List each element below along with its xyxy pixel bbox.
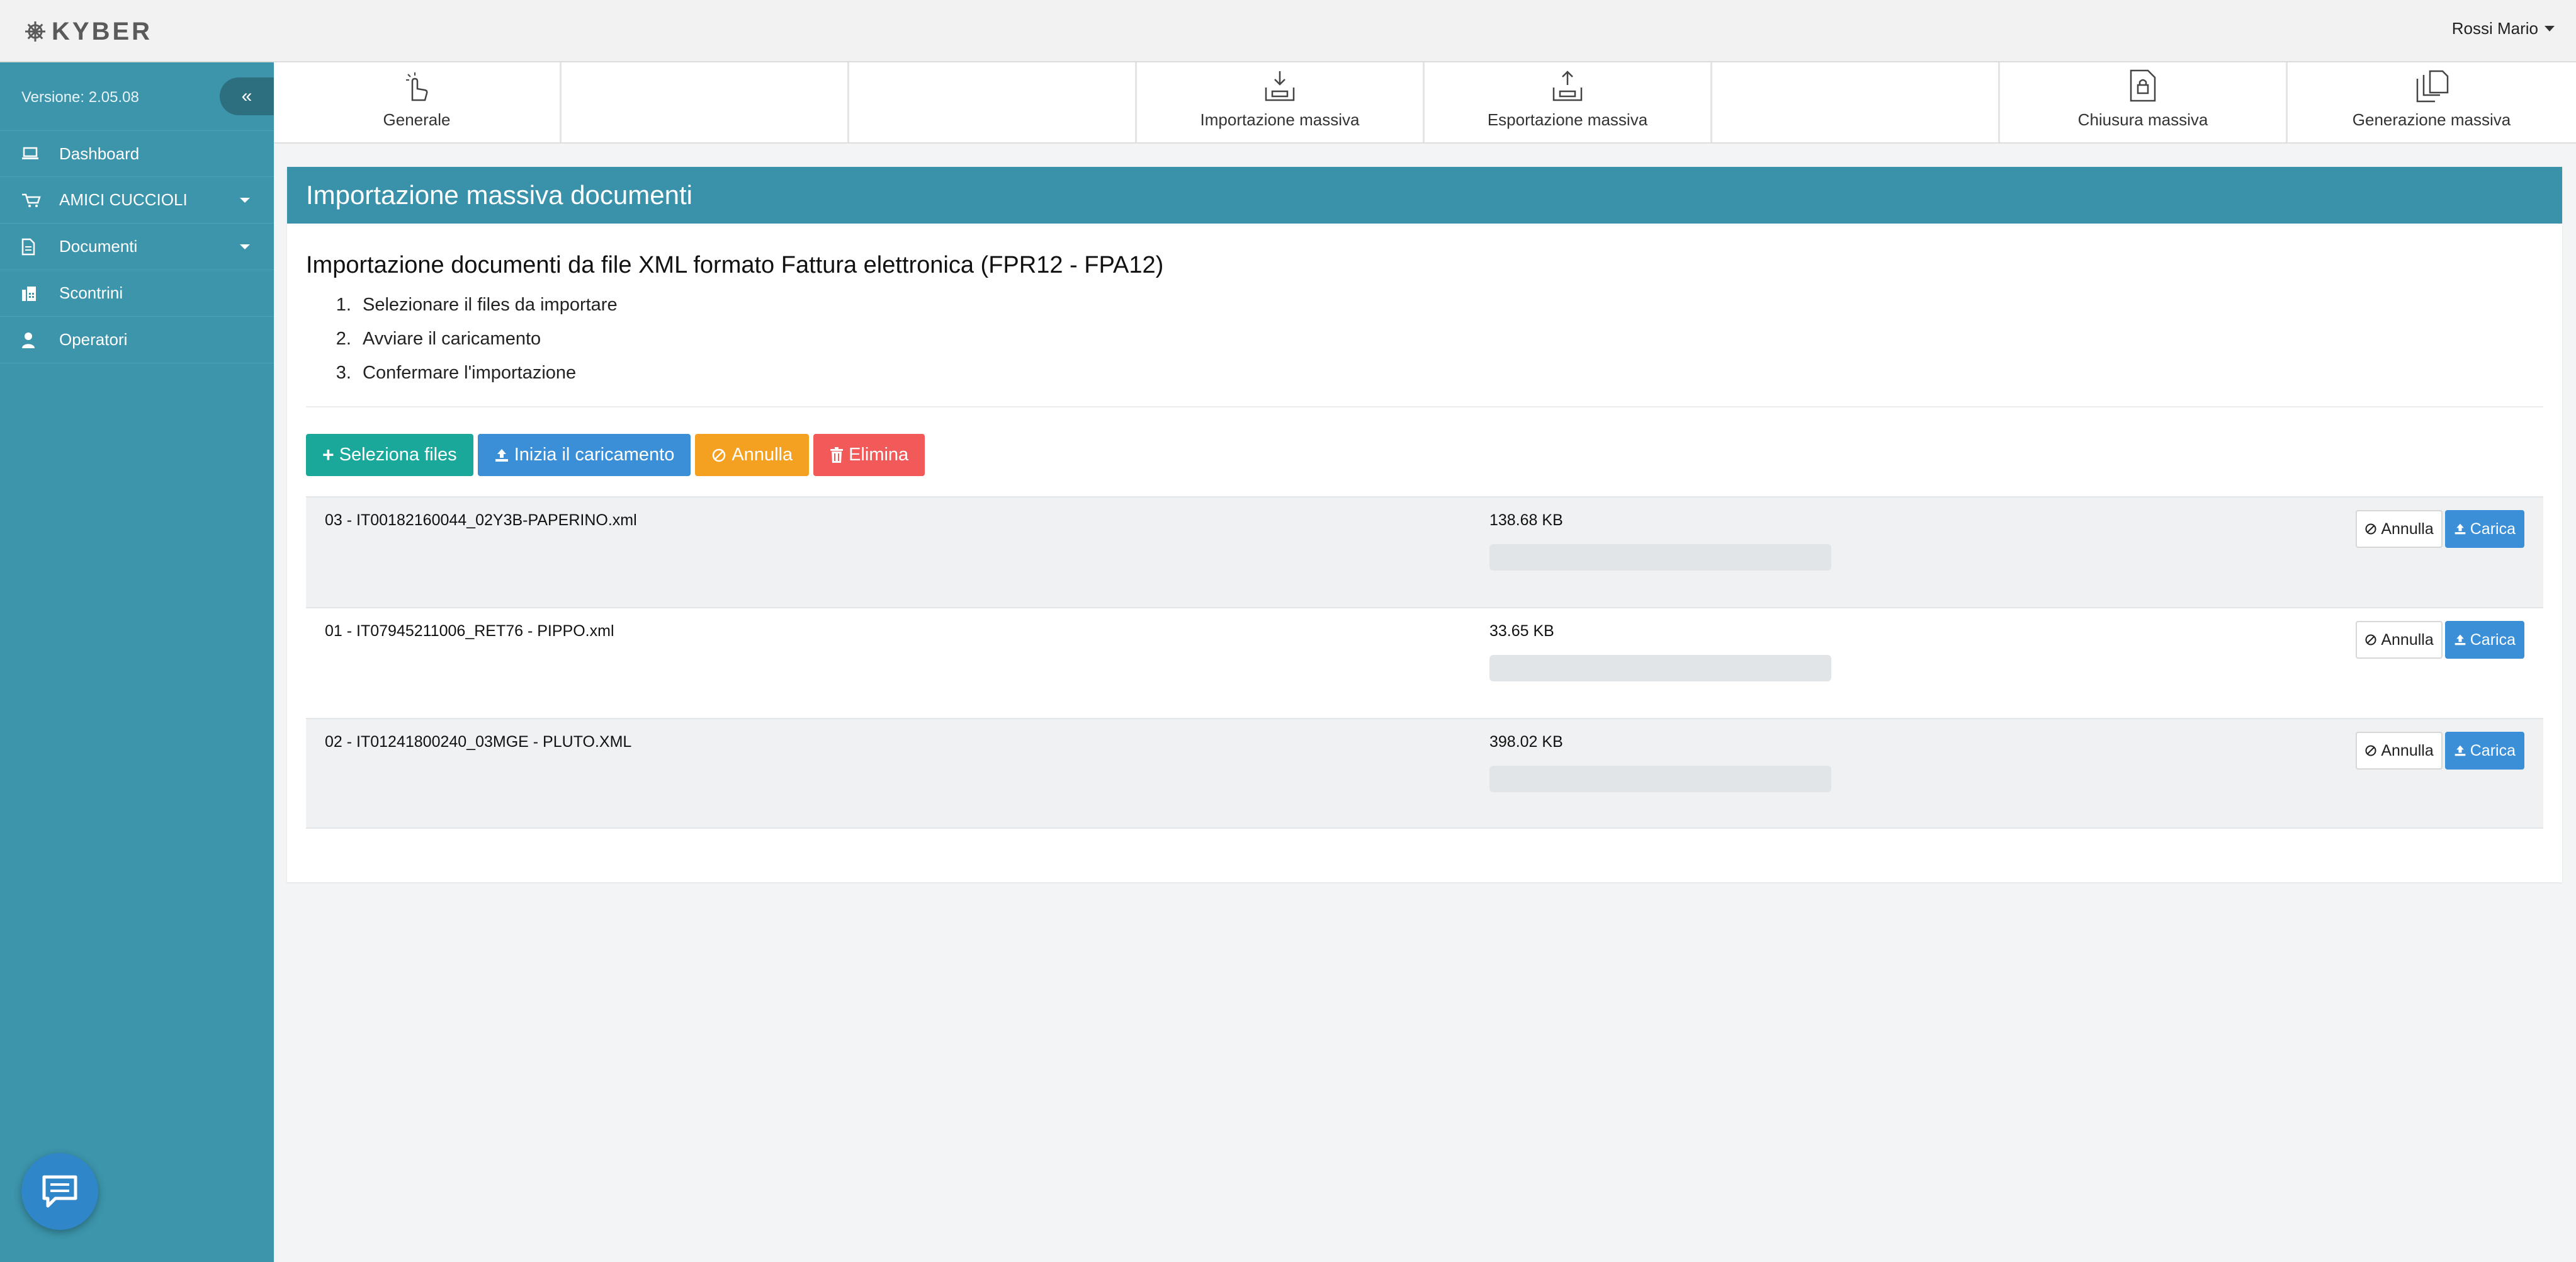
file-size: 138.68 KB	[1489, 511, 1563, 529]
sidebar-item-dashboard[interactable]: Dashboard	[0, 130, 274, 177]
tool-tabs: Generale Importazione massiva Esportazio…	[274, 62, 2576, 144]
tool-esportazione-massiva[interactable]: Esportazione massiva	[1425, 62, 1712, 142]
panel-content: Importazione documenti da file XML forma…	[306, 224, 2543, 829]
action-buttons: + Seleziona files Inizia il caricamento …	[306, 434, 2543, 476]
tool-label: Importazione massiva	[1200, 110, 1360, 129]
caret-down-icon	[240, 244, 250, 249]
tool-label: Generazione massiva	[2352, 110, 2511, 129]
sidebar-item-scontrini[interactable]: Scontrini	[0, 270, 274, 317]
tool-label: Generale	[383, 110, 451, 129]
document-icon	[21, 238, 59, 256]
step-item: Avviare il caricamento	[356, 322, 2543, 356]
sidebar-item-documenti[interactable]: Documenti	[0, 224, 274, 270]
sidebar-item-label: Scontrini	[59, 283, 123, 302]
start-upload-button[interactable]: Inizia il caricamento	[477, 434, 691, 476]
export-box-icon	[1552, 71, 1583, 101]
tool-generale[interactable]: Generale	[274, 62, 562, 142]
file-row: 03 - IT00182160044_02Y3B-PAPERINO.xml 13…	[306, 496, 2543, 607]
upload-progress-bar	[1489, 655, 1831, 681]
upload-icon	[495, 448, 508, 462]
upload-file-button[interactable]: Carica	[2444, 510, 2524, 548]
fax-icon	[21, 285, 59, 302]
sidebar-item-operatori[interactable]: Operatori	[0, 317, 274, 363]
panel-subtitle: Importazione documenti da file XML forma…	[306, 252, 1164, 278]
upload-progress-bar	[1489, 766, 1831, 792]
tool-importazione-massiva[interactable]: Importazione massiva	[1137, 62, 1425, 142]
user-icon	[21, 332, 59, 348]
sidebar: Versione: 2.05.08 « Dashboard AMICI CUCC…	[0, 62, 274, 1262]
tool-empty-2	[849, 62, 1137, 142]
tool-label: Chiusura massiva	[2077, 110, 2208, 129]
file-name: 02 - IT01241800240_03MGE - PLUTO.XML	[325, 733, 632, 751]
file-row: 01 - IT07945211006_RET76 - PIPPO.xml 33.…	[306, 607, 2543, 718]
tool-generazione-massiva[interactable]: Generazione massiva	[2288, 62, 2575, 142]
file-name: 03 - IT00182160044_02Y3B-PAPERINO.xml	[325, 511, 637, 529]
panel-title: Importazione massiva documenti	[287, 167, 2562, 224]
sidebar-item-amici-cuccioli[interactable]: AMICI CUCCIOLI	[0, 177, 274, 224]
file-row: 02 - IT01241800240_03MGE - PLUTO.XML 398…	[306, 718, 2543, 829]
sidebar-nav: Dashboard AMICI CUCCIOLI Documenti Scont…	[0, 130, 274, 363]
upload-icon	[2455, 523, 2466, 535]
divider	[306, 406, 2543, 407]
top-bar: KYBER Rossi Mario	[0, 0, 2576, 62]
import-panel: Importazione massiva documenti Importazi…	[287, 167, 2562, 882]
upload-progress-bar	[1489, 544, 1831, 571]
ban-icon	[713, 448, 726, 462]
cancel-file-button[interactable]: Annulla	[2356, 621, 2443, 659]
row-actions: Annulla Carica	[2356, 510, 2524, 548]
trash-icon	[830, 446, 844, 463]
chat-button[interactable]	[21, 1153, 98, 1230]
file-size: 398.02 KB	[1489, 733, 1563, 751]
caret-down-icon	[2545, 26, 2555, 31]
tool-empty-5	[1712, 62, 2000, 142]
caret-down-icon	[240, 198, 250, 203]
tool-chiusura-massiva[interactable]: Chiusura massiva	[2000, 62, 2288, 142]
row-actions: Annulla Carica	[2356, 621, 2524, 659]
step-item: Selezionare il files da importare	[356, 288, 2543, 322]
file-list: 03 - IT00182160044_02Y3B-PAPERINO.xml 13…	[306, 496, 2543, 829]
copy-documents-icon	[2416, 70, 2448, 103]
hand-pointer-icon	[406, 72, 428, 101]
tool-empty-1	[562, 62, 849, 142]
ban-icon	[2365, 745, 2376, 756]
file-size: 33.65 KB	[1489, 622, 1554, 640]
cancel-file-button[interactable]: Annulla	[2356, 510, 2443, 548]
cart-icon	[21, 193, 59, 208]
logo-text: KYBER	[52, 17, 153, 45]
lock-document-icon	[2130, 69, 2156, 102]
steps-list: Selezionare il files da importare Avviar…	[306, 288, 2543, 390]
delete-button[interactable]: Elimina	[813, 434, 925, 476]
kyber-logo[interactable]: KYBER	[24, 18, 152, 45]
tool-label: Esportazione massiva	[1487, 110, 1648, 129]
row-actions: Annulla Carica	[2356, 732, 2524, 770]
file-name: 01 - IT07945211006_RET76 - PIPPO.xml	[325, 622, 614, 640]
sidebar-item-label: Operatori	[59, 330, 128, 349]
upload-icon	[2455, 634, 2466, 645]
step-item: Confermare l'importazione	[356, 356, 2543, 390]
upload-file-button[interactable]: Carica	[2444, 732, 2524, 770]
plus-icon: +	[322, 443, 334, 466]
cancel-all-button[interactable]: Annulla	[695, 434, 810, 476]
upload-file-button[interactable]: Carica	[2444, 621, 2524, 659]
user-name: Rossi Mario	[2451, 19, 2538, 38]
version-label: Versione: 2.05.08	[21, 89, 139, 106]
user-menu[interactable]: Rossi Mario	[2452, 19, 2555, 38]
sidebar-item-label: Dashboard	[59, 144, 140, 163]
sidebar-item-label: Documenti	[59, 237, 138, 256]
upload-icon	[2455, 745, 2466, 756]
ban-icon	[2365, 634, 2376, 645]
select-files-button[interactable]: + Seleziona files	[306, 434, 473, 476]
laptop-icon	[21, 147, 59, 161]
chat-bubble-icon	[42, 1175, 77, 1208]
import-box-icon	[1265, 71, 1295, 101]
collapse-sidebar-button[interactable]: «	[220, 77, 274, 115]
cancel-file-button[interactable]: Annulla	[2356, 732, 2443, 770]
ban-icon	[2365, 523, 2376, 535]
sidebar-item-label: AMICI CUCCIOLI	[59, 190, 188, 209]
double-chevron-left-icon: «	[241, 86, 252, 106]
helm-logo-icon	[25, 21, 45, 42]
